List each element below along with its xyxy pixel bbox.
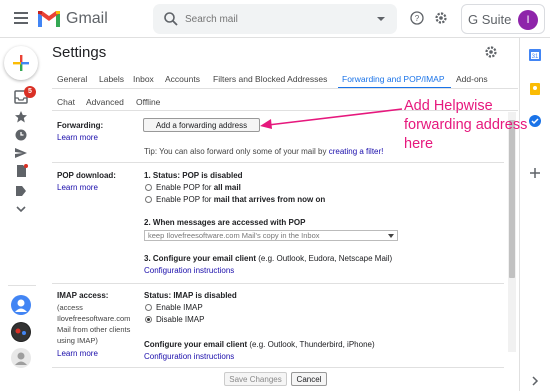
side-panel: 31	[519, 38, 550, 391]
save-changes-button[interactable]: Save Changes	[224, 372, 287, 386]
tab-filters[interactable]: Filters and Blocked Addresses	[213, 74, 327, 84]
labels-icon[interactable]	[14, 184, 28, 198]
app-name: Gmail	[66, 10, 108, 27]
tab-chat[interactable]: Chat	[57, 97, 75, 107]
pop-all-mail-option[interactable]: Enable POP for all mail	[156, 183, 241, 192]
contact-avatar[interactable]	[11, 322, 31, 342]
account-avatar[interactable]: I	[518, 10, 538, 30]
tab-forwarding-pop-imap[interactable]: Forwarding and POP/IMAP	[342, 74, 445, 84]
settings-gear-icon[interactable]	[434, 11, 448, 25]
person-silhouette-icon	[15, 352, 27, 365]
pop-learn-more-link[interactable]: Learn more	[57, 183, 98, 192]
search-input[interactable]	[185, 9, 365, 29]
pop-configuration-instructions-link[interactable]: Configuration instructions	[144, 266, 234, 275]
contact-photo-icon	[12, 323, 30, 341]
main-menu-icon[interactable]	[14, 12, 28, 24]
sent-icon[interactable]	[14, 146, 28, 160]
pop-from-now-option[interactable]: Enable POP for mail that arrives from no…	[156, 195, 325, 204]
imap-enable-option[interactable]: Enable IMAP	[156, 303, 203, 312]
forwarding-learn-more-link[interactable]: Learn more	[57, 133, 98, 142]
tab-addons[interactable]: Add-ons	[456, 74, 488, 84]
svg-text:?: ?	[415, 14, 420, 23]
snoozed-clock-icon[interactable]	[14, 128, 28, 142]
tab-accounts[interactable]: Accounts	[165, 74, 200, 84]
pop-all-mail-radio[interactable]	[145, 184, 152, 191]
tab-general[interactable]: General	[57, 74, 87, 84]
svg-text:31: 31	[532, 54, 539, 60]
tip-text: Tip: You can also forward only some of y…	[144, 147, 327, 156]
hangouts-user-avatar[interactable]	[11, 295, 31, 315]
imap-desc-line: Mail from other clients	[57, 325, 131, 334]
settings-gear-icon[interactable]	[484, 45, 498, 59]
rail-divider	[8, 285, 36, 286]
compose-button[interactable]	[4, 46, 38, 80]
annotation-arrow	[260, 108, 403, 129]
pop-step3: 3. Configure your email client (e.g. Out…	[144, 254, 392, 263]
add-forwarding-address-button[interactable]: Add a forwarding address	[143, 118, 260, 132]
drafts-icon[interactable]	[14, 164, 28, 178]
imap-enable-radio[interactable]	[145, 304, 152, 311]
hide-panel-chevron-icon[interactable]	[528, 374, 542, 388]
tab-labels[interactable]: Labels	[99, 74, 124, 84]
tabs-divider	[52, 88, 518, 89]
option-prefix: Enable POP for	[156, 183, 212, 192]
select-caret-icon	[388, 234, 394, 238]
section-divider	[52, 283, 504, 284]
section-divider	[52, 367, 504, 368]
search-bar[interactable]	[153, 4, 397, 34]
pop-from-now-radio[interactable]	[145, 196, 152, 203]
inbox-unread-badge: 5	[24, 86, 36, 98]
tab-inbox[interactable]: Inbox	[133, 74, 154, 84]
pop-status: 1. Status: POP is disabled	[144, 171, 243, 180]
step3-heading: 3. Configure your email client	[144, 254, 257, 263]
top-bar: Gmail ? G Suite I	[0, 0, 550, 38]
imap-disable-option[interactable]: Disable IMAP	[156, 315, 204, 324]
gsuite-account-button[interactable]: G Suite I	[461, 4, 545, 34]
gsuite-label: G Suite	[468, 12, 512, 27]
more-chevron-down-icon[interactable]	[14, 202, 28, 216]
cancel-button[interactable]: Cancel	[291, 372, 327, 386]
forwarding-label: Forwarding:	[57, 121, 104, 130]
option-prefix: Enable POP for	[156, 195, 212, 204]
pop-action-select[interactable]: keep Ilovefreesoftware.com Mail's copy i…	[144, 230, 398, 241]
pop-download-label: POP download:	[57, 171, 116, 180]
imap-access-label: IMAP access:	[57, 291, 109, 300]
option-emphasis: all mail	[213, 183, 241, 192]
compose-plus-icon	[13, 55, 29, 71]
imap-desc-line: using IMAP)	[57, 336, 98, 345]
step3-examples: (e.g. Outlook, Eudora, Netscape Mail)	[258, 254, 393, 263]
imap-disable-radio[interactable]	[145, 316, 152, 323]
imap-status: Status: IMAP is disabled	[144, 291, 237, 300]
annotation-callout: Add Helpwise forwarding address here	[404, 98, 528, 152]
pop-action-selected-value: keep Ilovefreesoftware.com Mail's copy i…	[148, 231, 320, 240]
starred-icon[interactable]	[14, 110, 28, 124]
help-icon[interactable]: ?	[410, 11, 424, 25]
client-heading: Configure your email client	[144, 340, 248, 349]
search-icon[interactable]	[163, 11, 179, 27]
person-icon	[15, 299, 27, 312]
search-options-icon[interactable]	[377, 17, 385, 21]
tab-offline[interactable]: Offline	[136, 97, 160, 107]
imap-learn-more-link[interactable]: Learn more	[57, 349, 98, 358]
page-title: Settings	[52, 44, 107, 61]
calendar-icon[interactable]: 31	[528, 48, 542, 62]
pop-step2-heading: 2. When messages are accessed with POP	[144, 218, 306, 227]
imap-client-config: Configure your email client (e.g. Outloo…	[144, 340, 375, 349]
imap-desc-line: Ilovefreesoftware.com	[57, 314, 131, 323]
option-emphasis: mail that arrives from now on	[213, 195, 326, 204]
default-contact-avatar[interactable]	[11, 348, 31, 368]
imap-configuration-instructions-link[interactable]: Configuration instructions	[144, 352, 234, 361]
create-filter-link[interactable]: creating a filter!	[329, 147, 384, 156]
client-examples: (e.g. Outlook, Thunderbird, iPhone)	[249, 340, 375, 349]
tab-advanced[interactable]: Advanced	[86, 97, 124, 107]
gmail-m-icon	[38, 11, 60, 27]
forwarding-tip: Tip: You can also forward only some of y…	[144, 147, 383, 156]
imap-desc-line: (access	[57, 303, 83, 312]
gmail-logo[interactable]: Gmail	[38, 8, 108, 30]
keep-icon[interactable]	[528, 82, 542, 96]
section-divider	[52, 162, 504, 163]
add-addon-plus-icon[interactable]	[528, 166, 542, 180]
